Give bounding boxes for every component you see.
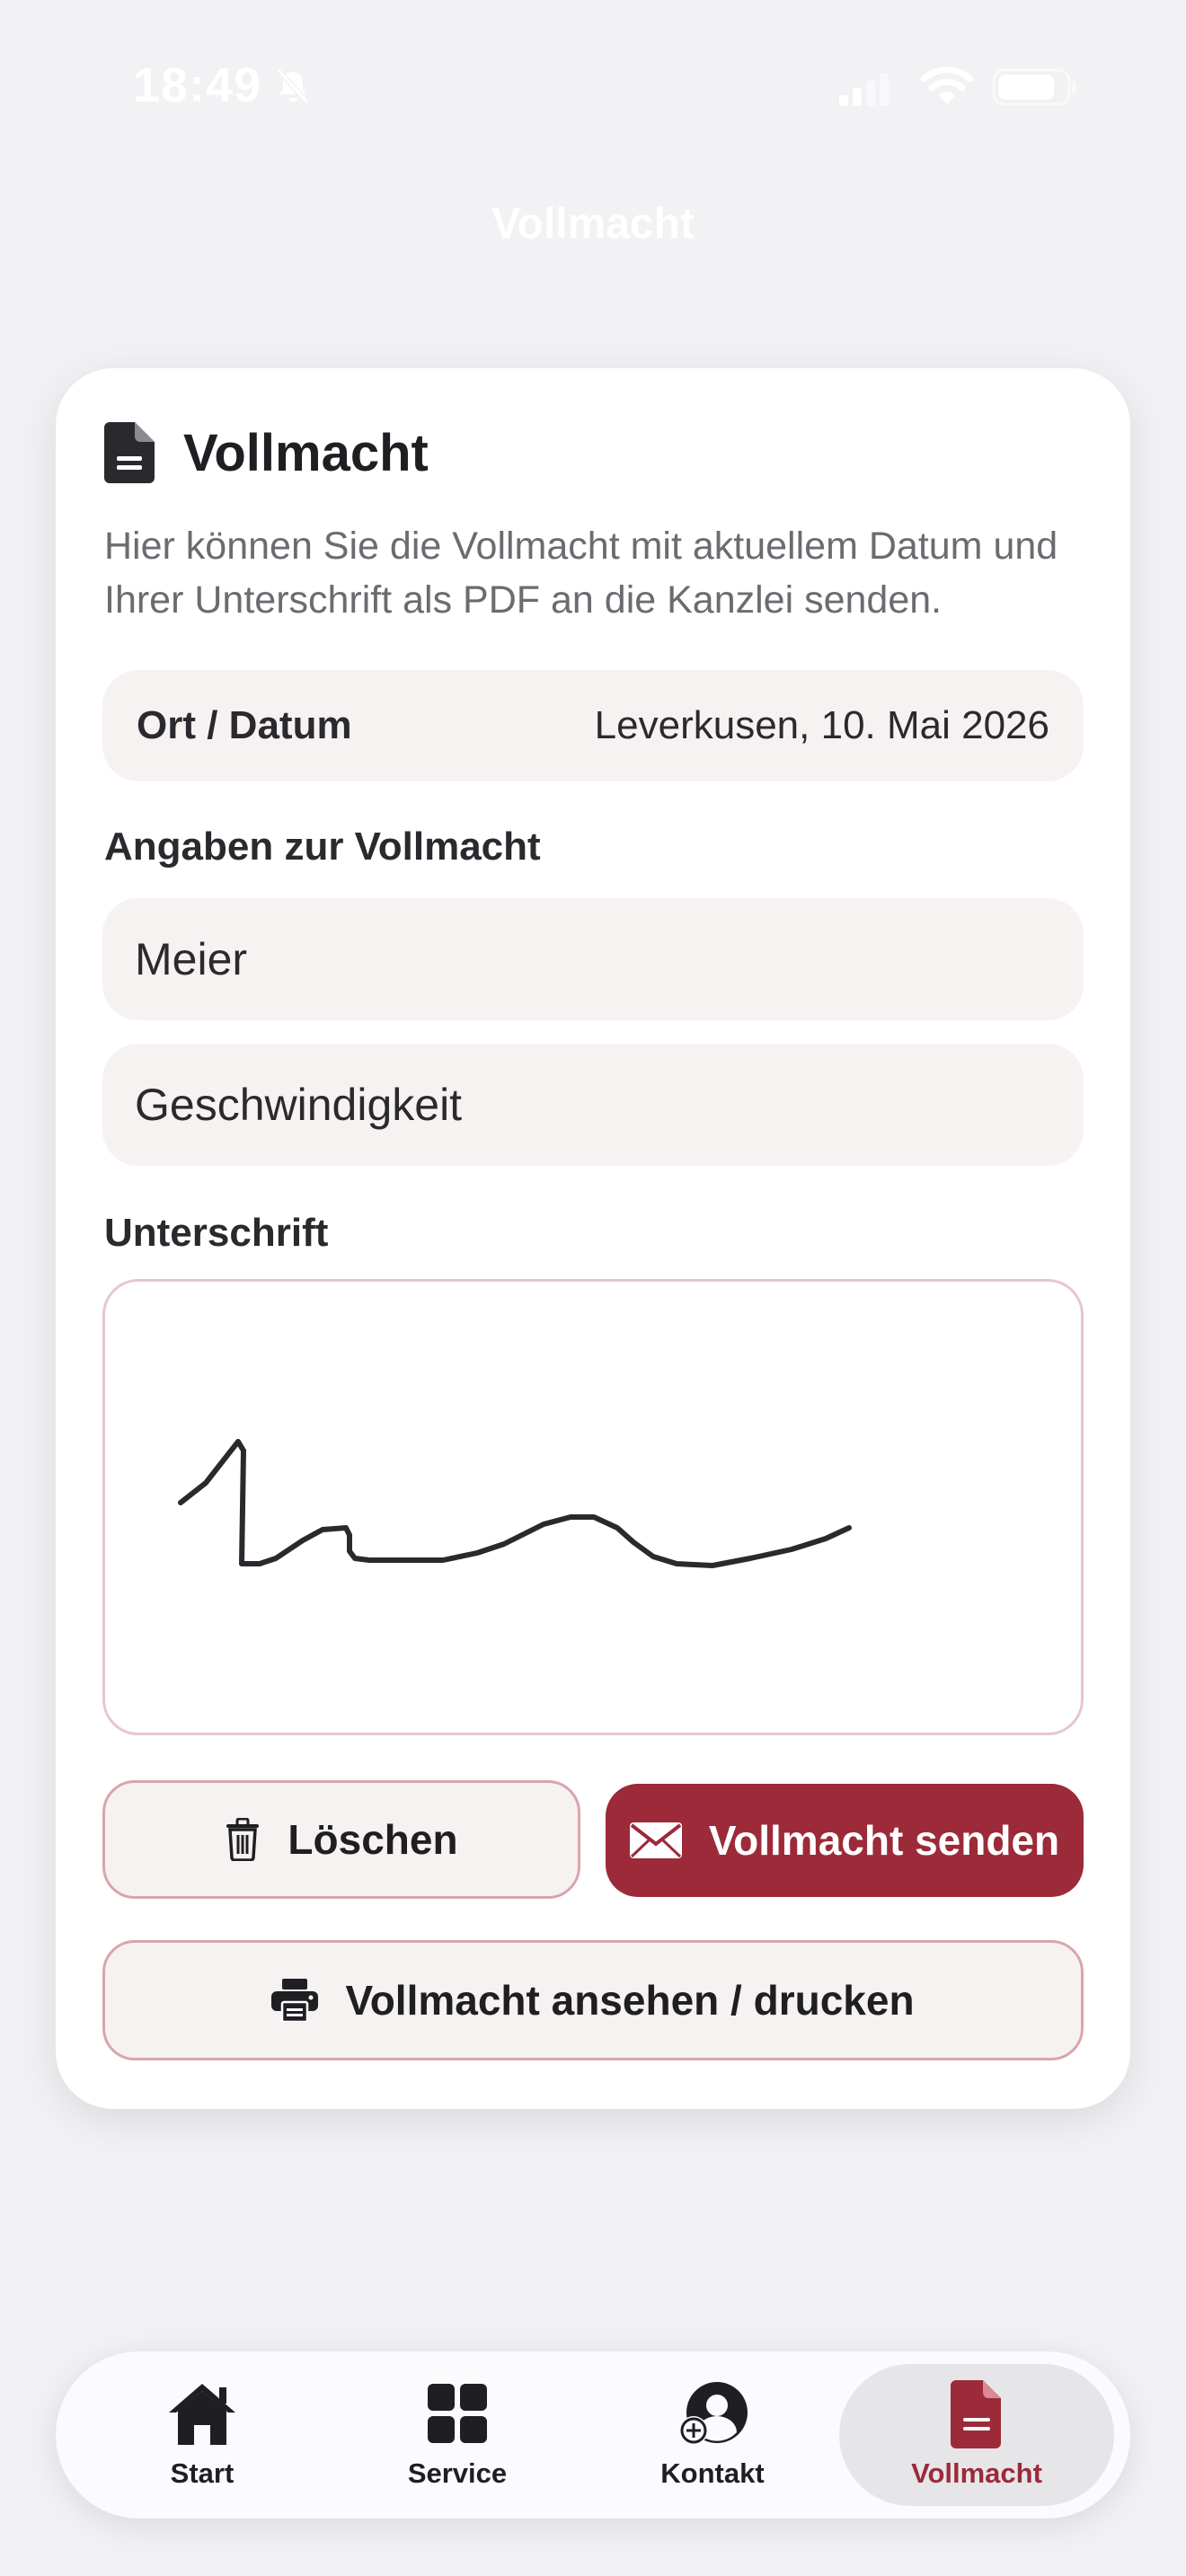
tab-bar: Start Service Kontakt Vollmacht [56, 2351, 1130, 2519]
name-field[interactable] [102, 898, 1084, 1020]
signal-icon [839, 74, 889, 106]
envelope-icon [629, 1822, 682, 1858]
tab-service[interactable]: Service [320, 2364, 595, 2506]
vollmacht-card: Vollmacht Hier können Sie die Vollmacht … [56, 368, 1130, 2109]
bell-slash-icon [276, 68, 310, 104]
clear-button[interactable]: Löschen [102, 1780, 580, 1899]
nav-title: Vollmacht [491, 200, 695, 248]
signature-stroke [178, 1439, 852, 1568]
date-row: Ort / Datum Leverkusen, 10. Mai 2026 [102, 670, 1084, 781]
card-header: Vollmacht [104, 417, 429, 489]
details-section-label: Angaben zur Vollmacht [104, 825, 541, 869]
signature-pad[interactable] [102, 1279, 1084, 1735]
tab-vollmacht[interactable]: Vollmacht [839, 2364, 1114, 2506]
tab-contact[interactable]: Kontakt [575, 2364, 850, 2506]
tab-start-label: Start [170, 2457, 235, 2489]
document-icon [104, 422, 155, 483]
print-button-label: Vollmacht ansehen / drucken [345, 1977, 915, 2024]
send-button-label: Vollmacht senden [708, 1817, 1060, 1864]
status-time: 18:49 [133, 58, 262, 112]
grid-icon [428, 2384, 487, 2443]
date-label: Ort / Datum [137, 703, 352, 747]
contact-add-icon [679, 2382, 748, 2445]
status-bar: 18:49 [0, 0, 1186, 171]
date-value: Leverkusen, 10. Mai 2026 [594, 703, 1049, 747]
tab-start[interactable]: Start [65, 2364, 340, 2506]
printer-icon [271, 1979, 319, 2022]
subject-field[interactable] [102, 1044, 1084, 1166]
tab-vollmacht-label: Vollmacht [911, 2457, 1042, 2489]
tab-contact-label: Kontakt [660, 2457, 765, 2489]
battery-icon [992, 68, 1076, 106]
print-button[interactable]: Vollmacht ansehen / drucken [102, 1940, 1084, 2060]
vollmacht-screen: 18:49 Vollmacht Vollmacht Hier können Si… [0, 0, 1186, 2576]
trash-icon [226, 1818, 260, 1861]
signature-section-label: Unterschrift [104, 1211, 329, 1255]
wifi-icon [920, 66, 974, 104]
card-description: Hier können Sie die Vollmacht mit aktuel… [104, 525, 1058, 622]
document-icon [951, 2380, 1001, 2448]
home-icon [169, 2384, 235, 2445]
tab-service-label: Service [407, 2457, 508, 2489]
clear-button-label: Löschen [288, 1816, 458, 1863]
send-button[interactable]: Vollmacht senden [606, 1784, 1084, 1897]
card-title: Vollmacht [183, 423, 429, 482]
